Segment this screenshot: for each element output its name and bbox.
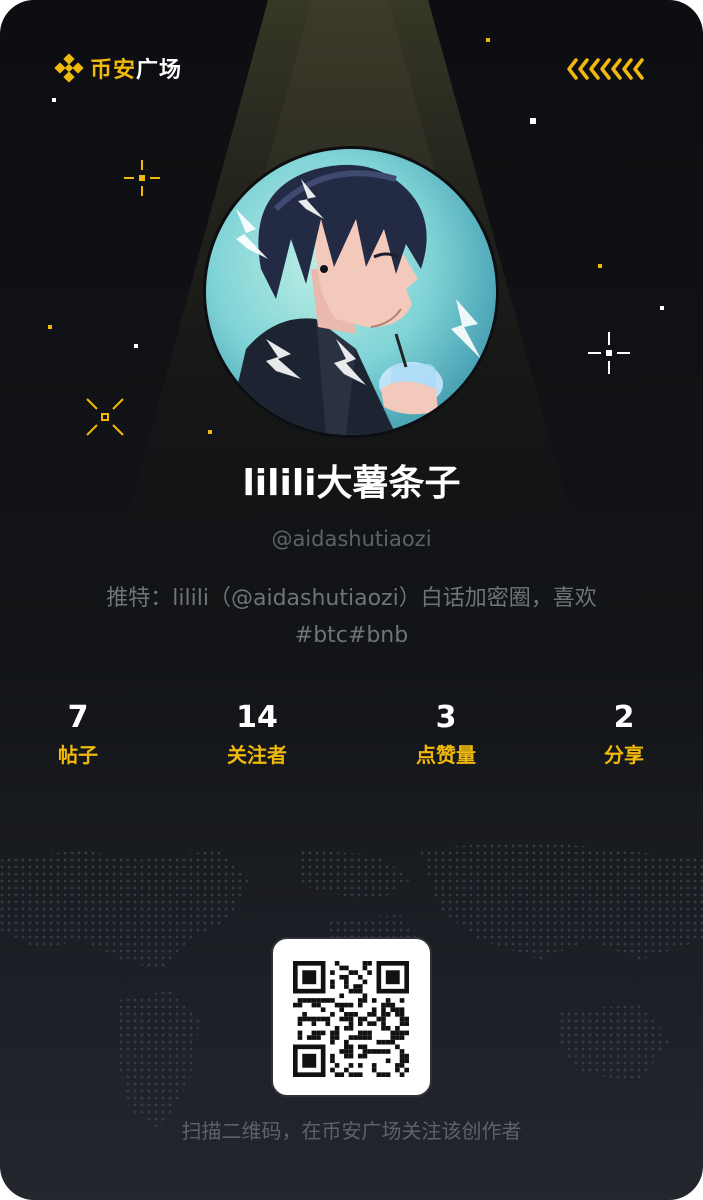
stat-value: 14	[236, 700, 278, 735]
stat-label: 分享	[604, 743, 644, 767]
stat-label: 点赞量	[416, 743, 476, 767]
stat-label: 关注者	[227, 743, 287, 767]
stat-value: 7	[67, 700, 89, 735]
stat-likes[interactable]: 3 点赞量	[376, 700, 516, 768]
qr-code-icon	[293, 961, 409, 1077]
stat-label: 帖子	[58, 743, 98, 767]
scan-caption: 扫描二维码，在币安广场关注该创作者	[181, 1119, 522, 1143]
avatar	[206, 149, 496, 435]
qr-code[interactable]	[271, 937, 432, 1097]
stat-value: 2	[613, 700, 635, 735]
display-name: lilili大薯条子	[242, 463, 461, 504]
bio-text: 推特：lilili（@aidashutiaozi）白话加密圈，喜欢#btc#bn…	[106, 586, 597, 648]
stat-shares[interactable]: 2 分享	[554, 700, 694, 768]
profile-share-card: 币安广场 lilili大薯条子 @aidashutiaozi 推特：lilili…	[0, 0, 703, 1200]
stat-posts[interactable]: 7 帖子	[8, 700, 148, 768]
stat-followers[interactable]: 14 关注者	[187, 700, 327, 768]
user-handle: @aidashutiaozi	[271, 527, 432, 551]
stat-value: 3	[435, 700, 457, 735]
